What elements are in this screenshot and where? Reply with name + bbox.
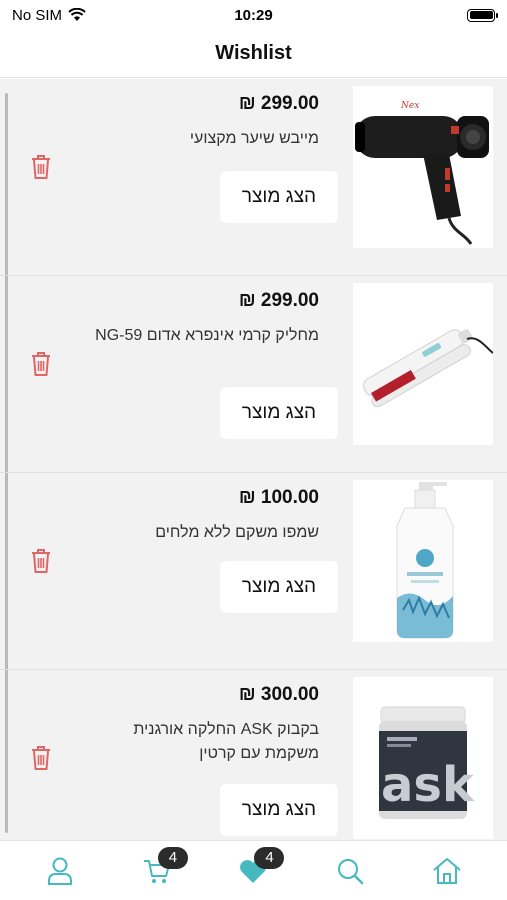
status-bar: No SIM 10:29 [0, 0, 507, 30]
view-product-button[interactable]: הצג מוצר [220, 387, 338, 439]
product-price: ₪ 100.00 [238, 487, 319, 508]
tab-wishlist[interactable]: 4 [228, 846, 285, 893]
svg-text:Nex: Nex [400, 101, 419, 111]
bottom-nav: 4 4 [0, 840, 507, 900]
wifi-icon [68, 8, 86, 21]
trash-icon[interactable] [30, 548, 52, 574]
product-image-shampoo-bottle[interactable] [353, 480, 493, 642]
tab-cart[interactable]: 4 [132, 846, 188, 893]
product-name: בקבוק ASK החלקה אורגנית משקמת עם קרטין [133, 721, 319, 762]
page-title: Wishlist [215, 42, 292, 64]
home-icon [433, 857, 461, 884]
product-price: ₪ 299.00 [238, 93, 319, 114]
header: Wishlist [0, 30, 507, 78]
wishlist-badge: 4 [254, 846, 285, 869]
wishlist-item: ₪ 100.00 שמפו משקם ללא מלחים הצג מוצר [0, 473, 507, 670]
product-price: ₪ 300.00 [238, 684, 319, 705]
product-price: ₪ 299.00 [238, 290, 319, 311]
wishlist-item: Nex ₪ 299.00 מייבש שיער מקצועי הצג מוצר [0, 79, 507, 276]
status-left: No SIM [12, 7, 86, 24]
product-name: שמפו משקם ללא מלחים [155, 524, 319, 541]
product-image-hair-straightener[interactable] [353, 283, 494, 445]
wishlist-item: ask ₪ 300.00 בקבוק ASK החלקה אורגנית משק… [0, 670, 507, 840]
tab-home[interactable] [422, 849, 472, 893]
view-product-button[interactable]: הצג מוצר [220, 561, 338, 613]
product-image-keratin-jar[interactable]: ask [353, 677, 493, 839]
wishlist-list[interactable]: Nex ₪ 299.00 מייבש שיער מקצועי הצג מוצר [0, 79, 507, 840]
trash-icon[interactable] [30, 154, 52, 180]
cart-badge: 4 [157, 846, 188, 869]
trash-icon[interactable] [30, 351, 52, 377]
search-icon [338, 858, 364, 884]
profile-icon [48, 857, 73, 885]
battery-icon [467, 8, 498, 22]
product-image-hair-dryer[interactable]: Nex [353, 86, 493, 248]
tab-profile[interactable] [35, 849, 85, 893]
trash-icon[interactable] [30, 745, 52, 771]
svg-text:ask: ask [381, 757, 475, 813]
product-name: מייבש שיער מקצועי [189, 130, 319, 147]
carrier-label: No SIM [12, 6, 63, 24]
product-name: מחליק קרמי אינפרא אדום NG-59 [95, 327, 319, 344]
tab-search[interactable] [325, 849, 375, 893]
view-product-button[interactable]: הצג מוצר [220, 171, 338, 223]
view-product-button[interactable]: הצג מוצר [220, 784, 338, 836]
wishlist-item: ₪ 299.00 מחליק קרמי אינפרא אדום NG-59 הצ… [0, 276, 507, 473]
